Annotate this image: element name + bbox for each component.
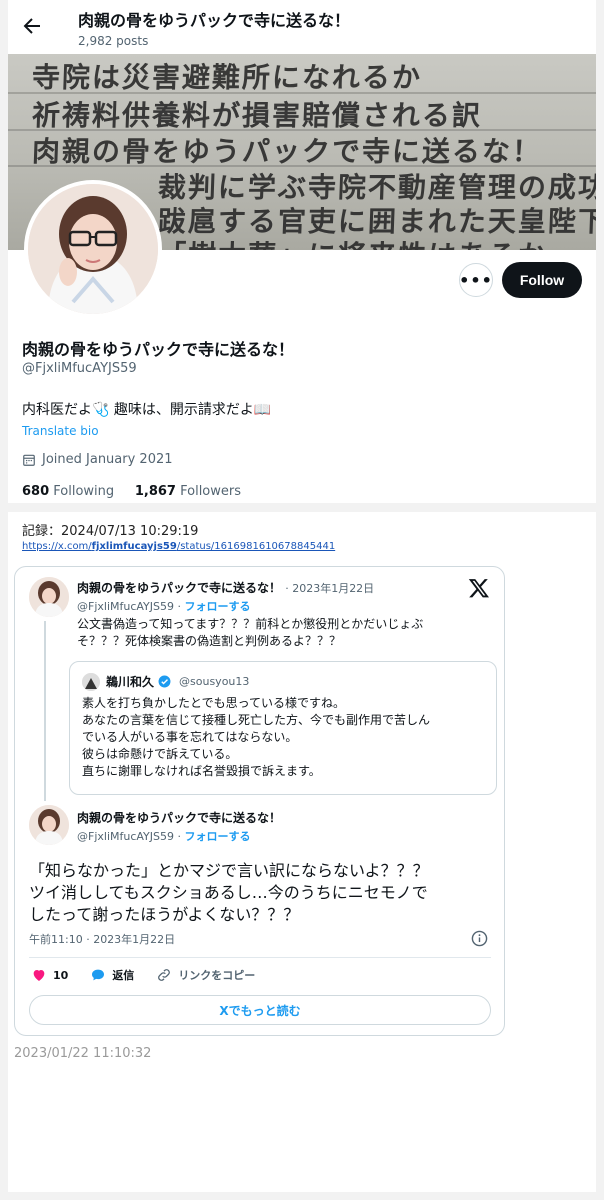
banner-text-line: 寺院は災害避難所になれるか bbox=[31, 61, 423, 94]
following-label: Following bbox=[53, 484, 115, 499]
avatar-image bbox=[29, 805, 69, 845]
tweet-avatar[interactable] bbox=[29, 577, 69, 617]
main-tweet-line: したって謝ったほうがよくない？？？ bbox=[29, 905, 300, 924]
like-count: 10 bbox=[53, 968, 69, 982]
profile-bio: 内科医だよ🩺 趣味は、開示請求だよ📖 bbox=[22, 402, 272, 418]
author-name-text: 肉親の骨をゆうパックで寺に送るな！ bbox=[77, 581, 282, 595]
quoted-tweet[interactable]: 鵜川和久 @sousyou13 素人を打ち負かしたとでも思っている様ですね。 あ… bbox=[69, 661, 497, 795]
url-suffix: /status/1616981610678845441 bbox=[176, 541, 336, 552]
avatar-image bbox=[28, 184, 158, 314]
quoted-author: 鵜川和久 @sousyou13 bbox=[106, 673, 249, 690]
reply-label: 返信 bbox=[112, 969, 135, 982]
following-count: 680 bbox=[22, 484, 50, 499]
tweet-text-line: 公文書偽造って知ってます？？？前科とか懲役刑とかだいじょぶ bbox=[77, 617, 424, 631]
follow-button[interactable]: Follow bbox=[502, 262, 582, 298]
tweet-divider bbox=[29, 957, 491, 958]
tweet-author-handle: @FjxliMfucAYJS59 · フォローする bbox=[77, 600, 251, 613]
profile-display-name: 肉親の骨をゆうパックで寺に送るな！ bbox=[22, 340, 295, 359]
avatar[interactable] bbox=[24, 180, 162, 318]
archive-panel: 記録：2024/07/13 10:29:19 https://x.com/fjx… bbox=[8, 512, 596, 1192]
archived-url-link[interactable]: https://x.com/fjxlimfucayjs59/status/161… bbox=[22, 541, 335, 552]
capture-timestamp: 2023/01/22 11:10:32 bbox=[14, 1046, 152, 1061]
handle-text: @FjxliMfucAYJS59 bbox=[77, 600, 175, 613]
main-tweet-line: 「知らなかった」とかマジで言い訳にならないよ？？？ bbox=[29, 861, 429, 880]
record-timestamp: 記録：2024/07/13 10:29:19 bbox=[22, 524, 199, 539]
avatar-image bbox=[82, 673, 100, 691]
banner-text-line: 祈祷料供養料が損害賠償される訳 bbox=[31, 99, 483, 132]
quoted-text-line: 直ちに謝罪しなければ名誉毀損で訴えます。 bbox=[82, 764, 321, 778]
calendar-icon bbox=[23, 454, 35, 466]
verified-badge-icon bbox=[158, 675, 171, 688]
tweet-author-name[interactable]: 肉親の骨をゆうパックで寺に送るな！ · 2023年1月22日 bbox=[77, 579, 374, 596]
url-prefix: https://x.com/ bbox=[22, 541, 92, 552]
tweet-avatar[interactable] bbox=[29, 805, 69, 845]
back-arrow-icon[interactable] bbox=[20, 14, 44, 38]
profile-panel: 肉親の骨をゆうパックで寺に送るな！ 2,982 posts 寺院は災害避難所にな… bbox=[8, 0, 596, 503]
quoted-tweet-text: 素人を打ち負かしたとでも思っている様ですね。 あなたの言葉を信じて接種し死亡した… bbox=[82, 695, 430, 780]
tweet-actions: 10 返信 リンクをコピー bbox=[31, 967, 277, 983]
follow-link[interactable]: フォローする bbox=[185, 600, 251, 613]
quoted-author-handle: @sousyou13 bbox=[179, 675, 250, 688]
x-logo-icon[interactable] bbox=[468, 577, 490, 599]
quoted-author-name: 鵜川和久 bbox=[106, 675, 155, 689]
joined-text: Joined January 2021 bbox=[42, 452, 173, 467]
quoted-avatar bbox=[82, 673, 100, 691]
profile-handle: @FjxliMfucAYJS59 bbox=[22, 361, 137, 376]
banner-text-line: 肉親の骨をゆうパックで寺に送るな！ bbox=[31, 135, 543, 168]
quoted-text-line: あなたの言葉を信じて接種し死亡した方、今でも副作用で苦しん bbox=[82, 713, 431, 727]
profile-top-bar: 肉親の骨をゆうパックで寺に送るな！ 2,982 posts bbox=[8, 0, 596, 54]
more-options-button[interactable]: ••• bbox=[459, 263, 493, 297]
quoted-text-line: 彼らは命懸けで訴えている。 bbox=[82, 747, 238, 761]
url-user: fjxlimfucayjs59 bbox=[91, 541, 177, 552]
read-more-on-x-button[interactable]: Xでもっと読む bbox=[29, 995, 491, 1025]
followers-link[interactable]: 1,867 Followers bbox=[135, 484, 241, 499]
copy-link-button[interactable]: リンクをコピー bbox=[156, 967, 255, 983]
info-icon[interactable] bbox=[471, 930, 488, 947]
tweet-date: · 2023年1月22日 bbox=[285, 582, 375, 595]
follow-link[interactable]: フォローする bbox=[185, 830, 251, 843]
quoted-text-line: でいる人がいる事を忘れてはならない。 bbox=[82, 730, 298, 744]
embedded-tweet-card: 肉親の骨をゆうパックで寺に送るな！ · 2023年1月22日 @FjxliMfu… bbox=[14, 566, 505, 1036]
banner-text-line: 「樹木葬」に将来性はあるか bbox=[157, 234, 548, 250]
heart-icon bbox=[33, 970, 45, 981]
tweet-author-name[interactable]: 肉親の骨をゆうパックで寺に送るな！ bbox=[77, 809, 281, 826]
followers-label: Followers bbox=[180, 484, 242, 499]
reply-button[interactable]: 返信 bbox=[90, 967, 134, 983]
followers-count: 1,867 bbox=[134, 484, 176, 499]
tweet-timestamp[interactable]: 午前11:10 · 2023年1月22日 bbox=[29, 931, 175, 947]
like-button[interactable]: 10 bbox=[31, 967, 68, 983]
follow-stats: 680 Following 1,867 Followers bbox=[22, 484, 241, 499]
post-count: 2,982 posts bbox=[78, 34, 149, 48]
tweet-author-handle: @FjxliMfucAYJS59 · フォローする bbox=[77, 830, 251, 843]
more-dots-icon: ••• bbox=[459, 270, 493, 290]
joined-date: Joined January 2021 bbox=[22, 452, 173, 467]
main-tweet-text: 「知らなかった」とかマジで言い訳にならないよ？？？ ツイ消ししてもスクショあるし… bbox=[29, 860, 429, 926]
header-title: 肉親の骨をゆうパックで寺に送るな！ bbox=[78, 11, 351, 30]
copy-link-label: リンクをコピー bbox=[178, 969, 256, 982]
translate-bio-link[interactable]: Translate bio bbox=[22, 424, 99, 438]
avatar-image bbox=[29, 577, 69, 617]
thread-connector bbox=[44, 621, 46, 801]
following-link[interactable]: 680 Following bbox=[22, 484, 114, 499]
main-tweet-line: ツイ消ししてもスクショあるし…今のうちにニセモノで bbox=[29, 883, 428, 902]
handle-text: @FjxliMfucAYJS59 bbox=[77, 830, 175, 843]
reply-bubble-icon bbox=[92, 969, 105, 981]
quoted-text-line: 素人を打ち負かしたとでも思っている様ですね。 bbox=[82, 696, 346, 710]
link-icon bbox=[158, 969, 171, 981]
tweet-text-line: そ？？？死体検案書の偽造割と判例あるよ？？？ bbox=[77, 634, 342, 648]
